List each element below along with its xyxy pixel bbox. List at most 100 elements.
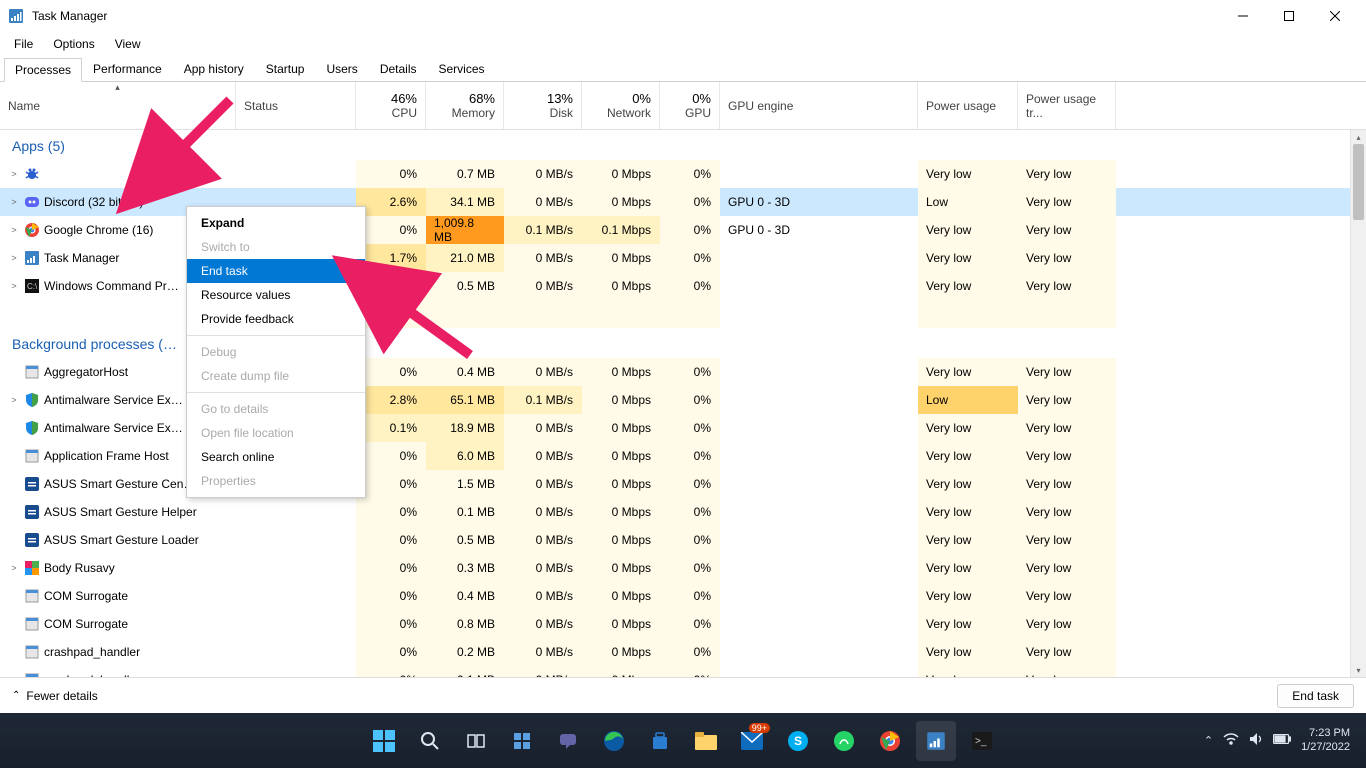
cell-disk: 0 MB/s	[504, 638, 582, 666]
column-name[interactable]: ▴ Name	[0, 82, 236, 129]
expander-icon[interactable]: >	[8, 197, 20, 207]
mail-icon[interactable]: 99+	[732, 721, 772, 761]
expander-icon[interactable]: >	[8, 563, 20, 573]
fewer-details-toggle[interactable]: ⌃ Fewer details	[12, 689, 98, 703]
tab-app-history[interactable]: App history	[173, 57, 255, 81]
battery-icon[interactable]	[1273, 734, 1291, 747]
svg-text:C:\: C:\	[27, 282, 38, 291]
exe-icon	[24, 448, 40, 464]
context-menu-item-switch-to: Switch to	[187, 235, 365, 259]
process-name: Windows Command Pr…	[44, 279, 179, 293]
scrollbar-vertical[interactable]: ▴ ▾	[1350, 130, 1366, 677]
menu-options[interactable]: Options	[43, 35, 104, 53]
tab-performance[interactable]: Performance	[82, 57, 173, 81]
column-power-trend[interactable]: Power usage tr...	[1018, 82, 1116, 129]
chat-icon[interactable]	[548, 721, 588, 761]
close-button[interactable]	[1312, 0, 1358, 32]
table-row[interactable]: ASUS Smart Gesture Helper0%0.1 MB0 MB/s0…	[0, 498, 1366, 526]
chrome-icon[interactable]	[870, 721, 910, 761]
column-gpu-engine[interactable]: GPU engine	[720, 82, 918, 129]
column-power-usage[interactable]: Power usage	[918, 82, 1018, 129]
table-row[interactable]: crashpad_handler0%0.2 MB0 MB/s0 Mbps0%Ve…	[0, 638, 1366, 666]
cell-mem: 1.5 MB	[426, 470, 504, 498]
context-menu-item-resource-values[interactable]: Resource values	[187, 283, 365, 307]
context-menu-item-search-online[interactable]: Search online	[187, 445, 365, 469]
table-row[interactable]: COM Surrogate0%0.8 MB0 MB/s0 Mbps0%Very …	[0, 610, 1366, 638]
menu-file[interactable]: File	[4, 35, 43, 53]
cell-status	[236, 582, 356, 610]
skype-icon[interactable]: S	[778, 721, 818, 761]
bug-blue-icon	[24, 166, 40, 182]
cell-net: 0 Mbps	[582, 498, 660, 526]
asus-icon	[24, 532, 40, 548]
context-menu-item-end-task[interactable]: End task	[187, 259, 365, 283]
expander-icon[interactable]: >	[8, 395, 20, 405]
context-menu-item-provide-feedback[interactable]: Provide feedback	[187, 307, 365, 331]
store-icon[interactable]	[640, 721, 680, 761]
tab-services[interactable]: Services	[428, 57, 496, 81]
task-view-icon[interactable]	[456, 721, 496, 761]
table-row[interactable]: >Body Rusavy0%0.3 MB0 MB/s0 Mbps0%Very l…	[0, 554, 1366, 582]
cell-disk: 0 MB/s	[504, 244, 582, 272]
cell-gpu-engine	[720, 554, 918, 582]
column-network[interactable]: 0%Network	[582, 82, 660, 129]
minimize-button[interactable]	[1220, 0, 1266, 32]
window-title: Task Manager	[32, 9, 107, 23]
tab-users[interactable]: Users	[315, 57, 368, 81]
maximize-button[interactable]	[1266, 0, 1312, 32]
table-row[interactable]: COM Surrogate0%0.4 MB0 MB/s0 Mbps0%Very …	[0, 582, 1366, 610]
clock[interactable]: 7:23 PM 1/27/2022	[1301, 727, 1350, 755]
cell-disk: 0.1 MB/s	[504, 386, 582, 414]
cell-power: Very low	[918, 526, 1018, 554]
chevron-up-icon: ⌃	[12, 690, 20, 701]
widgets-icon[interactable]	[502, 721, 542, 761]
expander-icon[interactable]: >	[8, 225, 20, 235]
expander-icon[interactable]: >	[8, 169, 20, 179]
column-memory[interactable]: 68%Memory	[426, 82, 504, 129]
expander-icon[interactable]: >	[8, 281, 20, 291]
cell-gpu: 0%	[660, 666, 720, 677]
cell-name: COM Surrogate	[0, 582, 236, 610]
scroll-down-icon[interactable]: ▾	[1351, 663, 1366, 677]
column-disk[interactable]: 13%Disk	[504, 82, 582, 129]
taskbar[interactable]: 99+ S >_ ⌃ 7:23 PM 1/27/2022	[0, 713, 1366, 768]
search-icon[interactable]	[410, 721, 450, 761]
cell-status	[236, 638, 356, 666]
cell-gpu: 0%	[660, 358, 720, 386]
tray-chevron-icon[interactable]: ⌃	[1204, 734, 1213, 747]
menu-view[interactable]: View	[105, 35, 151, 53]
scroll-up-icon[interactable]: ▴	[1351, 130, 1366, 144]
scrollbar-thumb[interactable]	[1353, 144, 1364, 220]
expander-icon[interactable]: >	[8, 253, 20, 263]
tab-details[interactable]: Details	[369, 57, 428, 81]
context-menu-item-expand[interactable]: Expand	[187, 211, 365, 235]
tab-processes[interactable]: Processes	[4, 58, 82, 82]
volume-icon[interactable]	[1249, 732, 1263, 749]
whatsapp-icon[interactable]	[824, 721, 864, 761]
cell-cpu: 1.7%	[356, 244, 426, 272]
table-row[interactable]: >0%0.7 MB0 MB/s0 Mbps0%Very lowVery low	[0, 160, 1366, 188]
process-name: COM Surrogate	[44, 589, 128, 603]
cell-status	[236, 526, 356, 554]
cell-cpu: 0%	[356, 610, 426, 638]
cell-power: Low	[918, 188, 1018, 216]
taskmgr-taskbar-icon[interactable]	[916, 721, 956, 761]
end-task-button[interactable]: End task	[1277, 684, 1354, 708]
column-status[interactable]: Status	[236, 82, 356, 129]
tab-startup[interactable]: Startup	[255, 57, 316, 81]
table-row[interactable]: crashpad_handler0%0.1 MB0 MB/s0 Mbps0%Ve…	[0, 666, 1366, 677]
cell-gpu: 0%	[660, 414, 720, 442]
terminal-icon[interactable]: >_	[962, 721, 1002, 761]
wifi-icon[interactable]	[1223, 733, 1239, 748]
chrome-icon	[24, 222, 40, 238]
column-gpu[interactable]: 0%GPU	[660, 82, 720, 129]
cell-power-trend: Very low	[1018, 582, 1116, 610]
cell-mem: 6.0 MB	[426, 442, 504, 470]
cell-disk: 0 MB/s	[504, 188, 582, 216]
cell-gpu-engine	[720, 160, 918, 188]
explorer-icon[interactable]	[686, 721, 726, 761]
edge-icon[interactable]	[594, 721, 634, 761]
table-row[interactable]: ASUS Smart Gesture Loader0%0.5 MB0 MB/s0…	[0, 526, 1366, 554]
start-button[interactable]	[364, 721, 404, 761]
column-cpu[interactable]: 46%CPU	[356, 82, 426, 129]
